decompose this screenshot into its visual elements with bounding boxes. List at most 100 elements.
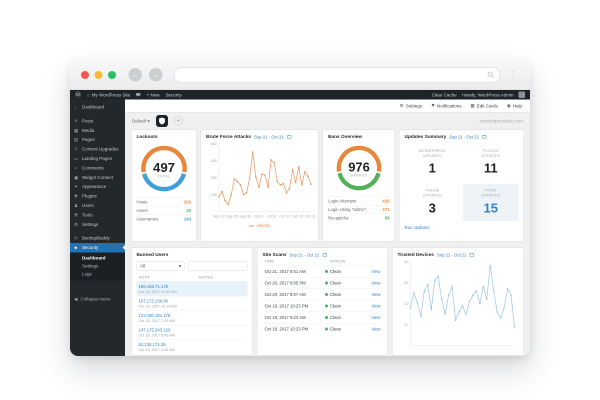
banned-users-header: Host Notes bbox=[137, 274, 248, 282]
sidebar-item[interactable]: ✎ Posts bbox=[70, 116, 125, 125]
banned-user-row[interactable]: 167.172.136.80 Oct 18, 2017 10:18 AM bbox=[137, 296, 248, 311]
header-action-icon: ◉ bbox=[507, 103, 511, 109]
updates-cell-value: 1 bbox=[407, 161, 458, 177]
sidebar-item[interactable]: ⇧ Content Upgrades bbox=[70, 145, 125, 154]
avatar[interactable] bbox=[519, 92, 526, 99]
maximize-window-button[interactable] bbox=[108, 71, 116, 79]
sidebar-item[interactable]: ⌂ Dashboard bbox=[70, 103, 125, 112]
stat-row: Usernames 143 bbox=[137, 215, 192, 224]
url-bar[interactable] bbox=[174, 67, 501, 83]
view-scan-link[interactable]: View bbox=[371, 281, 380, 286]
stat-value: 56 bbox=[385, 216, 390, 221]
security-submenu-item[interactable]: Logs bbox=[70, 270, 125, 278]
bans-stats: Login Attempts 429 Login Using "admin" 2… bbox=[328, 197, 389, 223]
banned-user-row[interactable]: 52.138.171.28 Oct 18, 2017 4:16 AM bbox=[137, 340, 248, 355]
svg-text:TOTAL: TOTAL bbox=[157, 174, 170, 178]
view-scan-link[interactable]: View bbox=[371, 315, 380, 320]
view-scan-link[interactable]: View bbox=[371, 269, 380, 274]
run-updates-link[interactable]: Run Updates bbox=[405, 225, 519, 230]
banned-user-row[interactable]: 198.188.71.179 Oct 18, 2017 11:52 AM bbox=[137, 282, 248, 297]
banned-host-link[interactable]: 198.188.71.179 bbox=[139, 284, 246, 289]
view-select[interactable]: Default ▾ bbox=[132, 118, 150, 124]
add-card-button[interactable]: + bbox=[174, 117, 183, 126]
banned-date: Oct 18, 2017 6:43 AM bbox=[139, 333, 246, 338]
legend-label: Attacks bbox=[256, 223, 270, 228]
updates-cell: Plugin Updates 11 bbox=[463, 145, 518, 182]
minimize-window-button[interactable] bbox=[95, 71, 103, 79]
sidebar-item[interactable]: ▣ Widget Content bbox=[70, 173, 125, 182]
calendar-icon[interactable] bbox=[470, 253, 475, 258]
security-submenu-item[interactable]: Settings bbox=[70, 262, 125, 270]
banned-users-search-input[interactable] bbox=[189, 262, 248, 271]
site-url-text: mywordpresssite.com bbox=[479, 119, 523, 124]
sidebar-item[interactable]: ⚙ Settings bbox=[70, 220, 125, 229]
sidebar-item[interactable]: ↻ BackupBuddy bbox=[70, 234, 125, 243]
stat-value: 429 bbox=[382, 199, 389, 204]
view-scan-link[interactable]: View bbox=[371, 292, 380, 297]
banned-host-link[interactable]: 123.180.191.178 bbox=[139, 313, 246, 318]
stat-label: Usernames bbox=[137, 217, 159, 222]
dashboard-cards: Lockouts 497 TOTAL bbox=[125, 130, 530, 357]
back-button[interactable]: ← bbox=[129, 68, 143, 82]
brute-force-chart: 150300450600Sep 22Sep 26Sep 30Oct 4Oct 8… bbox=[206, 140, 315, 220]
collapse-menu-button[interactable]: ◀ Collapse menu bbox=[70, 294, 125, 304]
dashboard-toolbar: Default ▾ + mywordpresssite.com bbox=[125, 113, 530, 130]
site-scans-date-range[interactable]: Sep 21 - Oct 21 bbox=[290, 252, 320, 257]
admin-bar-comments[interactable] bbox=[136, 93, 141, 97]
site-name: My WordPress Site bbox=[92, 92, 130, 97]
banned-user-row[interactable]: 123.180.191.178 Oct 18, 2017 7:24 AM bbox=[137, 311, 248, 326]
site-scan-row: Oct 19, 2017 9:23 AM Clean View bbox=[263, 312, 383, 324]
sidebar-item[interactable]: ✦ Appearance bbox=[70, 182, 125, 191]
forward-button[interactable]: → bbox=[149, 68, 163, 82]
browser-menu-icon[interactable]: ⋮ bbox=[509, 70, 520, 80]
security-submenu-item[interactable]: Dashboard bbox=[70, 254, 125, 262]
updates-date-range[interactable]: Sep 21 - Oct 21 bbox=[449, 134, 479, 139]
admin-bar-new-button[interactable]: + New bbox=[147, 92, 160, 97]
search-icon[interactable] bbox=[487, 71, 495, 79]
status-label: Clean bbox=[330, 281, 341, 286]
view-scan-link[interactable]: View bbox=[371, 304, 380, 309]
banned-host-link[interactable]: 52.138.171.28 bbox=[139, 342, 246, 347]
sidebar-item[interactable]: ▤ Pages bbox=[70, 135, 125, 144]
brute-force-date-range[interactable]: Sep 21 - Oct 21 bbox=[254, 134, 284, 139]
sidebar-item[interactable]: ▦ Media bbox=[70, 126, 125, 135]
calendar-icon[interactable] bbox=[482, 135, 487, 140]
sidebar-item-label: Users bbox=[82, 203, 94, 208]
header-action-button[interactable]: ⚙ Settings bbox=[400, 103, 422, 109]
stat-label: Recaptcha bbox=[328, 216, 348, 221]
admin-bar-page-label[interactable]: Security bbox=[166, 92, 182, 97]
sidebar-item-icon: ♟ bbox=[74, 203, 79, 208]
banned-user-row[interactable]: 147.175.243.120 Oct 18, 2017 6:43 AM bbox=[137, 325, 248, 340]
trusted-devices-date-range[interactable]: Sep 21 - Oct 21 bbox=[437, 252, 467, 257]
banned-host-link[interactable]: 167.172.136.80 bbox=[139, 299, 246, 304]
svg-text:Oct 8: Oct 8 bbox=[267, 215, 276, 219]
banned-host-link[interactable]: 147.175.243.120 bbox=[139, 328, 246, 333]
calendar-icon[interactable] bbox=[322, 253, 327, 258]
sidebar-item[interactable]: ✚ Plugins bbox=[70, 192, 125, 201]
browser-window: ← → ⋮ Ⓦ ⌂ My Wor bbox=[70, 60, 530, 356]
header-action-button[interactable]: ◉ Help bbox=[507, 103, 522, 109]
header-action-label: Help bbox=[513, 103, 522, 108]
howdy-account-menu[interactable]: Howdy, WordPress Admin bbox=[462, 92, 514, 97]
header-action-button[interactable]: ⚑ Notifications bbox=[431, 103, 462, 109]
view-scan-link[interactable]: View bbox=[371, 327, 380, 332]
status-label: Clean bbox=[330, 292, 341, 297]
status-dot-icon bbox=[325, 270, 328, 273]
sidebar-item[interactable]: ♟ Users bbox=[70, 201, 125, 210]
sidebar-item[interactable]: ▭ Landing Pages bbox=[70, 154, 125, 163]
sidebar-item[interactable]: ◈ Security bbox=[70, 243, 125, 252]
site-scan-row: Oct 19, 2017 10:23 PM Clean View bbox=[263, 300, 383, 312]
wordpress-logo-icon[interactable]: Ⓦ bbox=[75, 91, 81, 100]
header-action-button[interactable]: ▦ Edit Cards bbox=[471, 103, 498, 109]
admin-bar-site-link[interactable]: ⌂ My WordPress Site bbox=[87, 92, 130, 97]
close-window-button[interactable] bbox=[81, 71, 89, 79]
banned-users-filter-select[interactable]: All ▾ bbox=[137, 262, 185, 271]
sidebar-item-label: Plugins bbox=[82, 194, 97, 199]
status-label: Clean bbox=[330, 304, 341, 309]
clear-cache-button[interactable]: Clear Cache bbox=[432, 92, 457, 97]
sidebar-item[interactable]: ⚒ Tools bbox=[70, 210, 125, 219]
svg-text:600: 600 bbox=[211, 142, 217, 146]
calendar-icon[interactable] bbox=[287, 135, 292, 140]
svg-text:40: 40 bbox=[404, 260, 408, 264]
sidebar-item[interactable]: ◗ Comments bbox=[70, 163, 125, 172]
